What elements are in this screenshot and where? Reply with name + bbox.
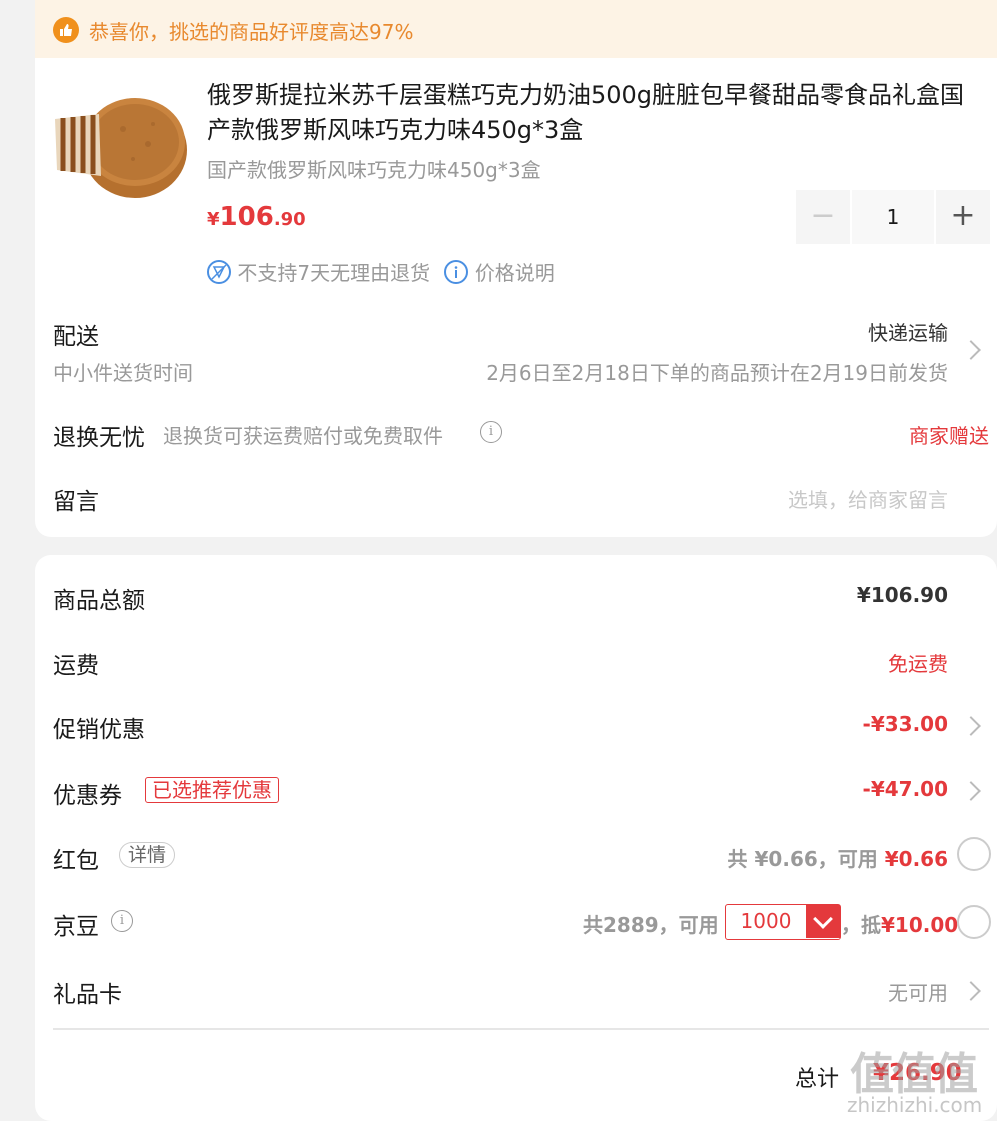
bean-amount-value: 1000 (740, 909, 792, 933)
order-item-card: 恭喜你，挑选的商品好评度高达97% 俄罗斯提拉米苏千层蛋糕巧克力奶油500g脏脏… (35, 0, 997, 537)
message-label: 留言 (53, 489, 99, 515)
redpacket-label: 红包 (53, 848, 99, 874)
price-currency: ¥ (207, 209, 220, 230)
redpacket-available: ¥0.66 (884, 847, 948, 871)
product-price: ¥106.90 (207, 202, 306, 232)
redpacket-radio[interactable] (957, 837, 991, 871)
decrease-button[interactable]: − (796, 190, 850, 244)
banner-text: 恭喜你，挑选的商品好评度高达97% (89, 20, 414, 44)
shipping-value: 免运费 (888, 652, 948, 676)
bean-deduct: ，抵¥10.00 (841, 909, 958, 938)
product-notes: 不支持7天无理由退货 价格说明 (207, 257, 555, 286)
goods-total-label: 商品总额 (53, 588, 145, 614)
bean-radio[interactable] (957, 905, 991, 939)
total-label: 总计 (795, 1067, 840, 1092)
info-icon[interactable]: i (111, 910, 133, 932)
product-title[interactable]: 俄罗斯提拉米苏千层蛋糕巧克力奶油500g脏脏包早餐甜品零食品礼盒国产款俄罗斯风味… (207, 78, 987, 148)
delivery-sub: 中小件送货时间 (53, 361, 193, 385)
shipping-label: 运费 (53, 653, 99, 679)
info-icon[interactable] (444, 260, 469, 284)
coupon-value[interactable]: -¥47.00 (863, 777, 948, 801)
quantity-stepper: − 1 + (796, 190, 990, 244)
increase-button[interactable]: + (936, 190, 990, 244)
chevron-right-icon[interactable] (961, 981, 981, 1001)
delivery-note: 2月6日至2月18日下单的商品预计在2月19日前发货 (486, 361, 948, 385)
divider (53, 1028, 989, 1030)
promo-value[interactable]: -¥33.00 (863, 712, 948, 736)
product-image[interactable] (53, 84, 189, 204)
delivery-method[interactable]: 快递运输 (868, 317, 948, 346)
chevron-right-icon[interactable] (961, 716, 981, 736)
chevron-down-icon[interactable] (806, 905, 840, 938)
price-integer: 106 (219, 202, 274, 232)
chevron-right-icon[interactable] (961, 781, 981, 801)
delivery-label: 配送 (53, 324, 99, 350)
praise-banner: 恭喜你，挑选的商品好评度高达97% (35, 0, 997, 58)
price-summary-card: 商品总额 ¥106.90 运费 免运费 促销优惠 -¥33.00 优惠券 已选推… (35, 555, 997, 1121)
redpacket-detail-button[interactable]: 详情 (119, 842, 176, 868)
quantity-value[interactable]: 1 (852, 190, 934, 244)
redpacket-summary: 共 ¥0.66，可用 ¥0.66 (728, 843, 948, 872)
watermark-url: zhizhizhi.com (847, 1093, 983, 1117)
price-decimal: .90 (273, 209, 306, 230)
bean-deduct-value: ¥10.00 (881, 913, 959, 937)
promo-label: 促销优惠 (53, 717, 145, 743)
returns-label: 退换无忧 (53, 425, 145, 451)
coupon-tag: 已选推荐优惠 (145, 777, 279, 803)
redpacket-total: 共 ¥0.66，可用 (727, 847, 885, 871)
giftcard-value[interactable]: 无可用 (888, 977, 948, 1006)
chevron-right-icon[interactable] (961, 340, 981, 360)
thumbs-up-icon (53, 17, 79, 43)
info-icon[interactable]: i (480, 421, 502, 443)
no-return-text: 不支持7天无理由退货 (237, 261, 431, 285)
returns-value: 商家赠送 (909, 424, 989, 448)
message-input[interactable]: 选填，给商家留言 (788, 484, 948, 513)
giftcard-label: 礼品卡 (53, 982, 122, 1008)
bean-deduct-prefix: ，抵 (841, 913, 881, 937)
product-spec: 国产款俄罗斯风味巧克力味450g*3盒 (207, 158, 541, 182)
bean-label: 京豆 (53, 914, 99, 940)
bean-total: 共2889，可用 (583, 913, 719, 937)
returns-desc: 退换货可获运费赔付或免费取件 (163, 424, 443, 448)
price-info-link[interactable]: 价格说明 (475, 261, 555, 285)
goods-total-value: ¥106.90 (856, 583, 948, 607)
bean-amount-select[interactable]: 1000 (725, 904, 841, 940)
coupon-label: 优惠券 (53, 783, 122, 809)
no-return-icon (207, 260, 231, 284)
